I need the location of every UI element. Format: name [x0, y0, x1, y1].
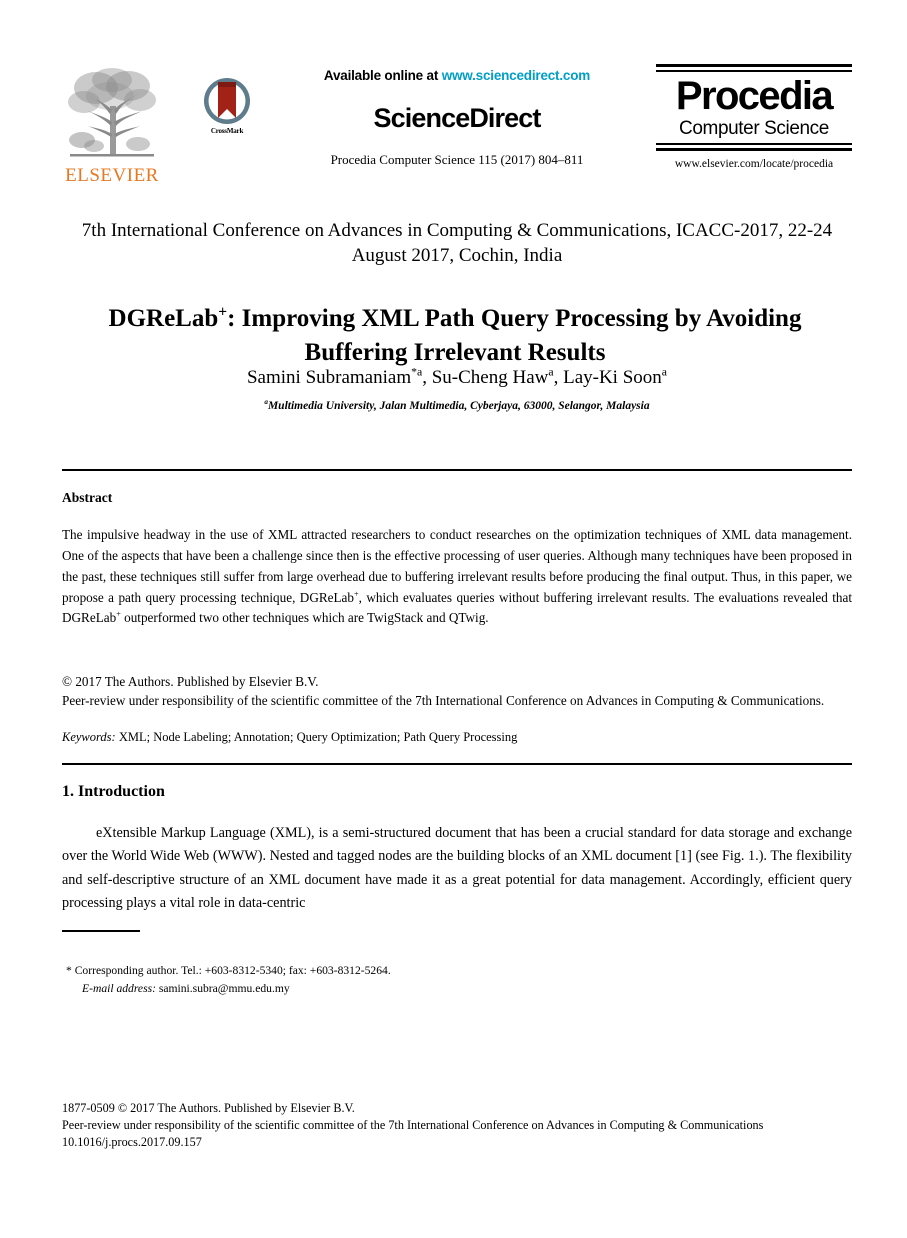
sciencedirect-block: Available online at www.sciencedirect.co…	[292, 68, 622, 168]
conference-line: 7th International Conference on Advances…	[81, 220, 833, 267]
author-3-marks: a	[661, 365, 668, 379]
author-list: Samini Subramaniam*a, Su-Cheng Haw a, Lay…	[62, 365, 852, 389]
affiliation-text: Multimedia University, Jalan Multimedia,…	[267, 400, 650, 412]
author-sep-1: ,	[422, 367, 432, 388]
abstract-peer-review-line: Peer-review under responsibility of the …	[62, 693, 825, 709]
corresponding-author-note: * Corresponding author. Tel.: +603-8312-…	[66, 964, 391, 977]
email-value[interactable]: samini.subra@mmu.edu.my	[156, 982, 290, 995]
sciencedirect-url-link[interactable]: www.sciencedirect.com	[442, 68, 591, 83]
title-part1: DGReLab	[108, 304, 219, 332]
abstract-copyright-block: © 2017 The Authors. Published by Elsevie…	[62, 672, 852, 710]
keywords-line: Keywords: XML; Node Labeling; Annotation…	[62, 730, 852, 745]
elsevier-wordmark: ELSEVIER	[65, 165, 159, 186]
keywords-value: XML; Node Labeling; Annotation; Query Op…	[115, 730, 518, 744]
procedia-top-rule	[656, 64, 852, 72]
journal-series-line: Procedia Computer Science 115 (2017) 804…	[330, 152, 584, 167]
keywords-bottom-rule	[62, 763, 852, 765]
affiliation-line: aMultimedia University, Jalan Multimedia…	[62, 399, 852, 412]
footer-peer-review-line: Peer-review under responsibility of the …	[62, 1117, 764, 1132]
author-1-marks: *a	[411, 365, 423, 379]
author-2: Su-Cheng Haw	[431, 367, 549, 388]
footer-issn-line: 1877-0509 © 2017 The Authors. Published …	[62, 1101, 355, 1115]
procedia-name: Procedia	[675, 74, 834, 118]
title-superscript: +	[218, 303, 228, 321]
email-note: E-mail address: samini.subra@mmu.edu.my	[66, 980, 666, 998]
abstract-top-rule	[62, 469, 852, 471]
section-body-introduction: eXtensible Markup Language (XML), is a s…	[62, 825, 852, 911]
crossmark-badge-icon	[204, 78, 250, 124]
procedia-subtitle: Computer Science	[679, 118, 829, 140]
keywords-label: Keywords:	[62, 730, 116, 744]
crossmark-badge[interactable]: CrossMark	[196, 76, 258, 135]
crossmark-label: CrossMark	[210, 127, 244, 135]
author-3: Lay-Ki Soon	[563, 367, 662, 388]
masthead: ELSEVIER CrossMark Available online at w…	[62, 62, 852, 202]
author-1: Samini Subramaniam	[246, 367, 412, 388]
email-label: E-mail address:	[82, 981, 156, 995]
available-online-line: Available online at www.sciencedirect.co…	[292, 68, 622, 83]
paper-first-page: ELSEVIER CrossMark Available online at w…	[0, 0, 907, 1238]
abstract-copyright-line: © 2017 The Authors. Published by Elsevie…	[62, 674, 319, 689]
footnote-separator-rule	[62, 930, 140, 932]
procedia-logo-block: Procedia Computer Science www.elsevier.c…	[656, 64, 852, 170]
author-sep-2: ,	[553, 367, 564, 388]
procedia-bottom-rule	[656, 143, 852, 152]
abstract-text-3: outperformed two other techniques which …	[120, 610, 489, 626]
sciencedirect-wordmark: ScienceDirect	[373, 103, 542, 133]
footnote-block: * Corresponding author. Tel.: +603-8312-…	[66, 962, 666, 997]
elsevier-tree-icon	[68, 68, 156, 157]
footer-doi[interactable]: 10.1016/j.procs.2017.09.157	[62, 1134, 852, 1151]
available-online-prefix: Available online at	[323, 68, 442, 83]
abstract-body: The impulsive headway in the use of XML …	[62, 525, 852, 629]
section-heading-introduction: 1. Introduction	[62, 783, 165, 800]
page-footer: 1877-0509 © 2017 The Authors. Published …	[62, 1100, 852, 1150]
procedia-url[interactable]: www.elsevier.com/locate/procedia	[656, 158, 852, 170]
page-title: DGReLab+: Improving XML Path Query Proce…	[80, 302, 830, 370]
elsevier-logo: ELSEVIER	[62, 66, 162, 185]
abstract-heading: Abstract	[62, 490, 113, 505]
title-part2: : Improving XML Path Query Processing by…	[227, 304, 802, 366]
